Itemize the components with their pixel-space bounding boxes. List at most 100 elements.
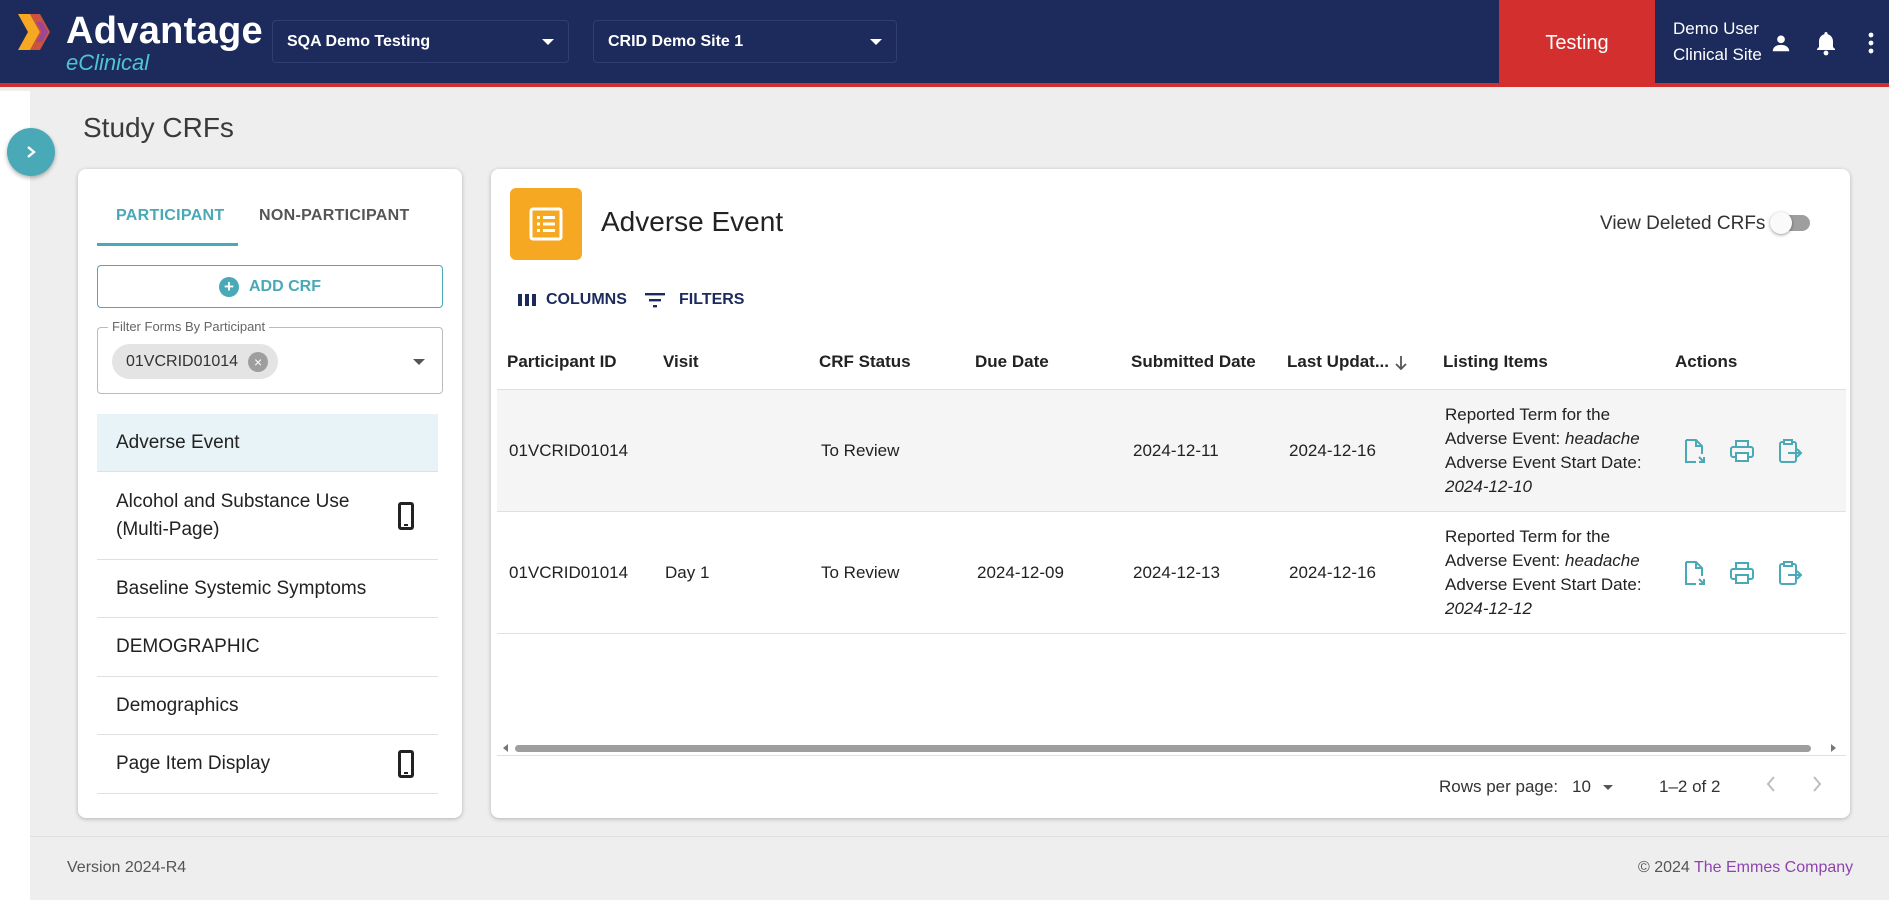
form-list-item[interactable]: DEMOGRAPHIC (97, 618, 438, 677)
row-actions (1681, 390, 1825, 512)
print-icon[interactable] (1729, 560, 1755, 586)
pagination-range: 1–2 of 2 (1659, 777, 1721, 796)
crf-list-panel: PARTICIPANT NON-PARTICIPANT + ADD CRF Fi… (78, 169, 462, 818)
mobile-phone-icon (398, 501, 414, 530)
chevron-down-icon[interactable] (413, 359, 425, 365)
form-list-item[interactable]: Adverse Event (97, 414, 438, 472)
participant-chip-label: 01VCRID01014 (126, 352, 239, 370)
person-icon[interactable] (1766, 28, 1796, 58)
user-name: Demo User (1673, 19, 1759, 38)
scroll-thumb[interactable] (515, 745, 1811, 752)
table-row[interactable]: 01VCRID01014 To Review 2024-12-11 2024-1… (497, 390, 1846, 512)
arrow-down-icon[interactable] (1394, 355, 1408, 371)
cell-participant-id: 01VCRID01014 (509, 441, 629, 460)
site-select-value: CRID Demo Site 1 (608, 32, 744, 50)
side-nav-strip (0, 91, 30, 900)
participant-chip: 01VCRID01014 × (112, 344, 279, 379)
chevron-right-icon (1813, 776, 1822, 792)
cell-last-updated: 2024-12-16 (1289, 441, 1376, 460)
study-select-value: SQA Demo Testing (287, 32, 431, 50)
rows-per-page-select[interactable]: 10 (1572, 777, 1613, 797)
previous-page-button[interactable] (1765, 775, 1777, 798)
toggle-knob (1770, 212, 1792, 234)
next-page-button[interactable] (1811, 775, 1823, 798)
remove-chip-icon[interactable]: × (248, 351, 269, 372)
add-crf-label: ADD CRF (249, 277, 321, 295)
view-deleted-label: View Deleted CRFs (1600, 213, 1766, 234)
column-header[interactable]: Participant ID (507, 334, 617, 390)
view-deleted-toggle[interactable] (1770, 212, 1810, 234)
participant-filter-select[interactable]: Filter Forms By Participant 01VCRID01014… (97, 319, 443, 394)
crf-title: Adverse Event (601, 206, 784, 237)
column-header[interactable]: Submitted Date (1131, 334, 1256, 390)
chevron-left-icon (1766, 776, 1775, 792)
top-app-bar: Advantage eClinical SQA Demo Testing CRI… (0, 0, 1889, 87)
chevron-right-icon (27, 146, 36, 158)
chevron-down-icon (542, 38, 554, 45)
listing-start-value: 2024-12-10 (1445, 477, 1532, 496)
study-select[interactable]: SQA Demo Testing (272, 20, 569, 63)
column-header[interactable]: Visit (663, 334, 699, 390)
columns-label: COLUMNS (546, 291, 627, 308)
listing-start-label: Adverse Event Start Date: (1445, 453, 1642, 472)
column-header[interactable]: CRF Status (819, 334, 911, 390)
form-list-item[interactable]: Alcohol and Substance Use (Multi-Page) (97, 472, 438, 560)
row-actions (1681, 512, 1825, 634)
tab-non-participant[interactable]: NON-PARTICIPANT (259, 207, 410, 225)
transfer-icon[interactable] (1777, 560, 1803, 586)
expand-sidebar-button[interactable] (7, 128, 55, 176)
divider (497, 755, 1846, 756)
listing-term-value: headache (1565, 429, 1640, 448)
table-row[interactable]: 01VCRID01014 Day 1 To Review 2024-12-09 … (497, 512, 1846, 634)
column-header[interactable]: Last Updat... (1287, 334, 1389, 390)
environment-badge: Testing (1499, 0, 1655, 87)
cell-listing-items: Reported Term for the Adverse Event: hea… (1445, 512, 1642, 634)
filter-label: Filter Forms By Participant (108, 319, 270, 334)
copyright-text: © 2024 The Emmes Company (1638, 859, 1853, 877)
chevron-down-icon (870, 38, 882, 45)
company-link[interactable]: The Emmes Company (1694, 859, 1853, 876)
scroll-right-icon[interactable] (1831, 744, 1836, 752)
mobile-phone-icon (398, 750, 414, 778)
version-text: Version 2024-R4 (67, 859, 187, 876)
list-form-icon (510, 188, 582, 260)
listing-term-label: Adverse Event: (1445, 429, 1561, 448)
tab-participant[interactable]: PARTICIPANT (116, 207, 224, 225)
grid-header: Participant ID Visit CRF Status Due Date… (497, 334, 1846, 390)
print-icon[interactable] (1729, 438, 1755, 464)
listing-term-label: Reported Term for the (1445, 405, 1611, 424)
cell-listing-items: Reported Term for the Adverse Event: hea… (1445, 390, 1642, 512)
filters-label: FILTERS (679, 291, 745, 308)
columns-button[interactable]: COLUMNS (518, 291, 627, 309)
form-list-item[interactable]: Demographics (97, 677, 438, 735)
copyright-year: © 2024 (1638, 859, 1690, 876)
bell-icon[interactable] (1811, 28, 1841, 58)
active-tab-indicator (97, 243, 238, 246)
columns-icon (518, 294, 536, 306)
column-header[interactable]: Due Date (975, 334, 1049, 390)
cell-submitted-date: 2024-12-11 (1133, 441, 1219, 460)
cell-crf-status: To Review (821, 441, 900, 460)
form-list-item-label: Demographics (116, 694, 239, 716)
horizontal-scrollbar[interactable] (503, 742, 1838, 754)
column-header[interactable]: Listing Items (1443, 334, 1548, 390)
cell-crf-status: To Review (821, 563, 900, 582)
user-info: Demo User Clinical Site (1673, 16, 1762, 68)
chevron-down-icon (1602, 784, 1613, 790)
open-form-icon[interactable] (1681, 438, 1707, 464)
rows-per-page-value: 10 (1572, 777, 1591, 796)
crf-detail-panel: Adverse Event View Deleted CRFs COLUMNS … (491, 169, 1850, 818)
filters-button[interactable]: FILTERS (645, 291, 744, 309)
site-select[interactable]: CRID Demo Site 1 (593, 20, 897, 63)
more-vert-icon[interactable] (1856, 28, 1886, 58)
form-list-item-label: Baseline Systemic Symptoms (116, 577, 367, 599)
form-list-item[interactable]: Baseline Systemic Symptoms (97, 560, 438, 618)
scroll-left-icon[interactable] (503, 744, 508, 752)
column-header: Actions (1675, 352, 1738, 371)
form-list-item[interactable]: Page Item Display (97, 735, 438, 794)
cell-submitted-date: 2024-12-13 (1133, 563, 1220, 582)
listing-term-label: Reported Term for the (1445, 527, 1611, 546)
add-crf-button[interactable]: + ADD CRF (97, 265, 443, 308)
open-form-icon[interactable] (1681, 560, 1707, 586)
transfer-icon[interactable] (1777, 438, 1803, 464)
